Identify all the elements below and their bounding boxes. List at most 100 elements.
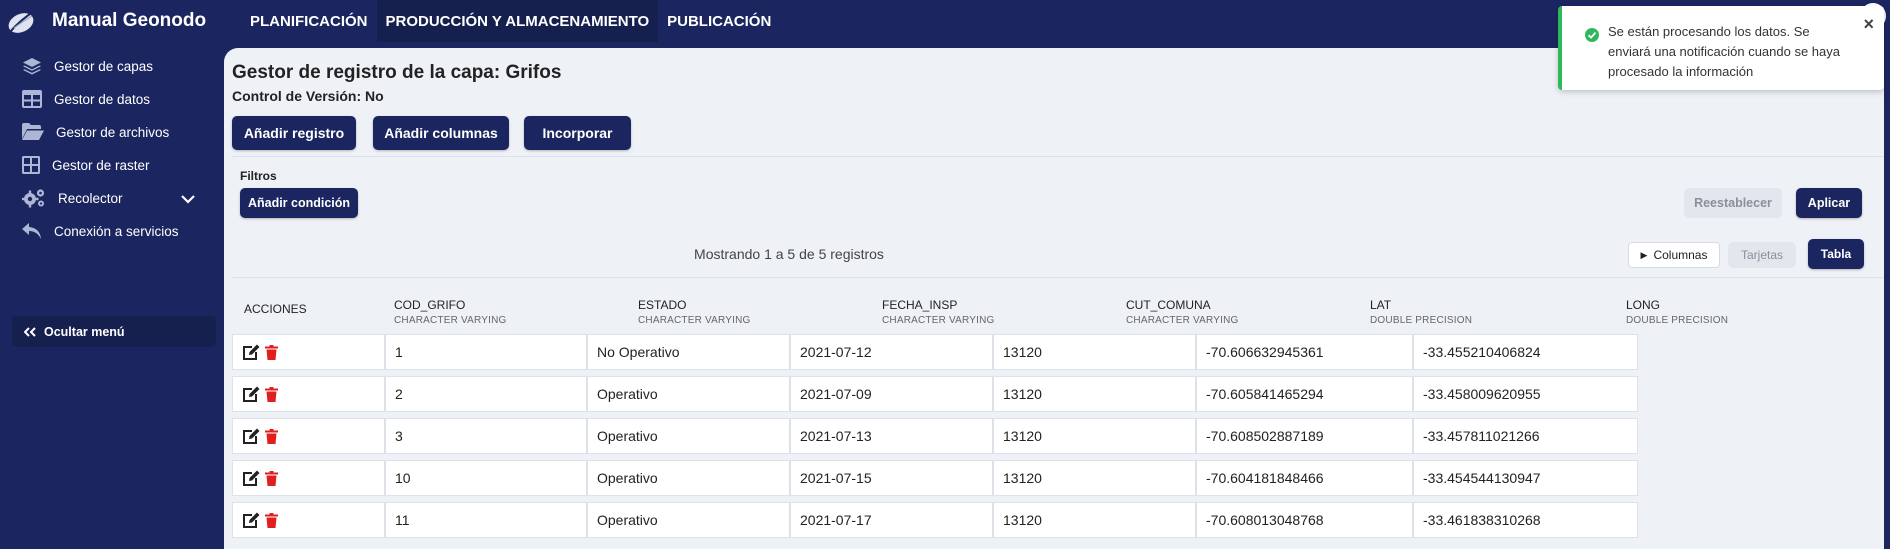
delete-icon[interactable]: [265, 470, 278, 486]
delete-icon[interactable]: [265, 386, 278, 402]
cell-cod-grifo: 2: [385, 376, 587, 412]
page-title: Gestor de registro de la capa: Grifos: [232, 62, 562, 83]
version-control-label: Control de Versión: No: [232, 88, 384, 104]
cell-cut-comuna: 13120: [993, 376, 1196, 412]
actions-cell: [232, 502, 385, 538]
columns-toggle-button[interactable]: ▶ Columnas: [1628, 242, 1720, 268]
brand[interactable]: Manual Geonodo: [0, 0, 224, 42]
column-type: CHARACTER VARYING: [882, 315, 995, 326]
column-header-fecha-insp[interactable]: FECHA_INSP CHARACTER VARYING: [882, 298, 995, 326]
cell-long: -33.454544130947: [1413, 460, 1638, 496]
add-columns-button[interactable]: Añadir columnas: [373, 116, 509, 150]
sidebar-item-conexion-servicios[interactable]: Conexión a servicios: [22, 218, 179, 244]
nav-planificacion[interactable]: PLANIFICACIÓN: [241, 0, 377, 42]
sidebar-item-gestor-capas[interactable]: Gestor de capas: [22, 53, 153, 79]
column-name: CUT_COMUNA: [1126, 298, 1211, 312]
hide-menu-button[interactable]: Ocultar menú: [12, 316, 216, 347]
cell-cod-grifo: 3: [385, 418, 587, 454]
processing-toast: Se están procesando los datos. Se enviar…: [1558, 6, 1884, 90]
cell-fecha-insp: 2021-07-15: [790, 460, 993, 496]
gears-icon: [22, 189, 45, 208]
reply-arrow-icon: [22, 223, 41, 239]
reset-button[interactable]: Reestablecer: [1684, 188, 1782, 218]
folder-open-icon: [22, 123, 44, 140]
toast-message: Se están procesando los datos. Se enviar…: [1608, 24, 1840, 79]
edit-icon[interactable]: [241, 343, 261, 362]
nav-publicacion[interactable]: PUBLICACIÓN: [658, 0, 780, 42]
cell-lat: -70.608502887189: [1196, 418, 1413, 454]
add-record-button[interactable]: Añadir registro: [232, 116, 356, 150]
column-header-lat[interactable]: LAT DOUBLE PRECISION: [1370, 298, 1472, 326]
records-count: Mostrando 1 a 5 de 5 registros: [694, 246, 884, 262]
sidebar-item-recolector[interactable]: Recolector: [22, 185, 192, 211]
cell-fecha-insp: 2021-07-17: [790, 502, 993, 538]
brand-name: Manual Geonodo: [52, 10, 207, 31]
chevron-down-icon[interactable]: [181, 195, 195, 204]
cell-long: -33.461838310268: [1413, 502, 1638, 538]
grid-icon: [22, 156, 40, 174]
cell-fecha-insp: 2021-07-13: [790, 418, 993, 454]
sidebar: Gestor de capas Gestor de datos Gestor d…: [5, 48, 224, 549]
cell-estado: Operativo: [587, 460, 790, 496]
cell-cut-comuna: 13120: [993, 334, 1196, 370]
cell-long: -33.458009620955: [1413, 376, 1638, 412]
sidebar-item-label: Conexión a servicios: [54, 223, 179, 239]
edit-icon[interactable]: [241, 469, 261, 488]
cell-cut-comuna: 13120: [993, 502, 1196, 538]
column-name: LONG: [1626, 298, 1661, 312]
column-name: LAT: [1370, 298, 1392, 312]
sidebar-item-label: Gestor de raster: [52, 157, 150, 173]
main-panel: Gestor de registro de la capa: Grifos Co…: [224, 48, 1884, 549]
close-icon[interactable]: ×: [1863, 14, 1874, 35]
cell-lat: -70.605841465294: [1196, 376, 1413, 412]
cell-lat: -70.608013048768: [1196, 502, 1413, 538]
column-type: CHARACTER VARYING: [638, 315, 751, 326]
actions-cell: [232, 460, 385, 496]
column-header-cut-comuna[interactable]: CUT_COMUNA CHARACTER VARYING: [1126, 298, 1239, 326]
sidebar-item-label: Gestor de datos: [54, 91, 151, 107]
apply-button[interactable]: Aplicar: [1796, 188, 1862, 218]
sidebar-item-gestor-raster[interactable]: Gestor de raster: [22, 152, 150, 178]
layers-icon: [23, 58, 41, 75]
hide-menu-label: Ocultar menú: [44, 324, 125, 339]
column-type: CHARACTER VARYING: [394, 315, 507, 326]
sidebar-item-gestor-datos[interactable]: Gestor de datos: [22, 86, 150, 112]
delete-icon[interactable]: [265, 428, 278, 444]
delete-icon[interactable]: [265, 512, 278, 528]
column-type: CHARACTER VARYING: [1126, 315, 1239, 326]
table-row: 1 No Operativo 2021-07-12 13120 -70.6066…: [232, 334, 1884, 370]
incorporate-button[interactable]: Incorporar: [524, 116, 631, 150]
add-condition-button[interactable]: Añadir condición: [240, 188, 358, 218]
cell-estado: Operativo: [587, 418, 790, 454]
cards-view-button[interactable]: Tarjetas: [1728, 242, 1796, 268]
column-header-estado[interactable]: ESTADO CHARACTER VARYING: [638, 298, 751, 326]
actions-cell: [232, 376, 385, 412]
table-view-button[interactable]: Tabla: [1808, 239, 1864, 269]
cell-long: -33.457811021266: [1413, 418, 1638, 454]
column-header-cod-grifo[interactable]: COD_GRIFO CHARACTER VARYING: [394, 298, 507, 326]
sidebar-item-label: Gestor de archivos: [56, 124, 170, 140]
cell-cut-comuna: 13120: [993, 460, 1196, 496]
sidebar-item-gestor-archivos[interactable]: Gestor de archivos: [22, 119, 169, 145]
filters-label: Filtros: [240, 169, 277, 183]
top-nav: PLANIFICACIÓN PRODUCCIÓN Y ALMACENAMIENT…: [241, 0, 780, 42]
cell-cod-grifo: 1: [385, 334, 587, 370]
cell-estado: No Operativo: [587, 334, 790, 370]
cell-fecha-insp: 2021-07-12: [790, 334, 993, 370]
table-row: 3 Operativo 2021-07-13 13120 -70.6085028…: [232, 418, 1884, 454]
cell-estado: Operativo: [587, 376, 790, 412]
delete-icon[interactable]: [265, 344, 278, 360]
edit-icon[interactable]: [241, 427, 261, 446]
column-type: DOUBLE PRECISION: [1370, 315, 1473, 326]
play-triangle-icon: ▶: [1640, 249, 1648, 260]
column-name: COD_GRIFO: [394, 298, 466, 312]
edit-icon[interactable]: [241, 385, 261, 404]
cell-lat: -70.606632945361: [1196, 334, 1413, 370]
check-circle-icon: [1585, 28, 1599, 42]
edit-icon[interactable]: [241, 511, 261, 530]
sidebar-item-label: Recolector: [58, 190, 123, 206]
column-type: DOUBLE PRECISION: [1626, 315, 1729, 326]
column-header-long[interactable]: LONG DOUBLE PRECISION: [1626, 298, 1728, 326]
double-chevron-left-icon: [24, 326, 36, 337]
nav-produccion-almacenamiento[interactable]: PRODUCCIÓN Y ALMACENAMIENTO: [376, 0, 659, 42]
